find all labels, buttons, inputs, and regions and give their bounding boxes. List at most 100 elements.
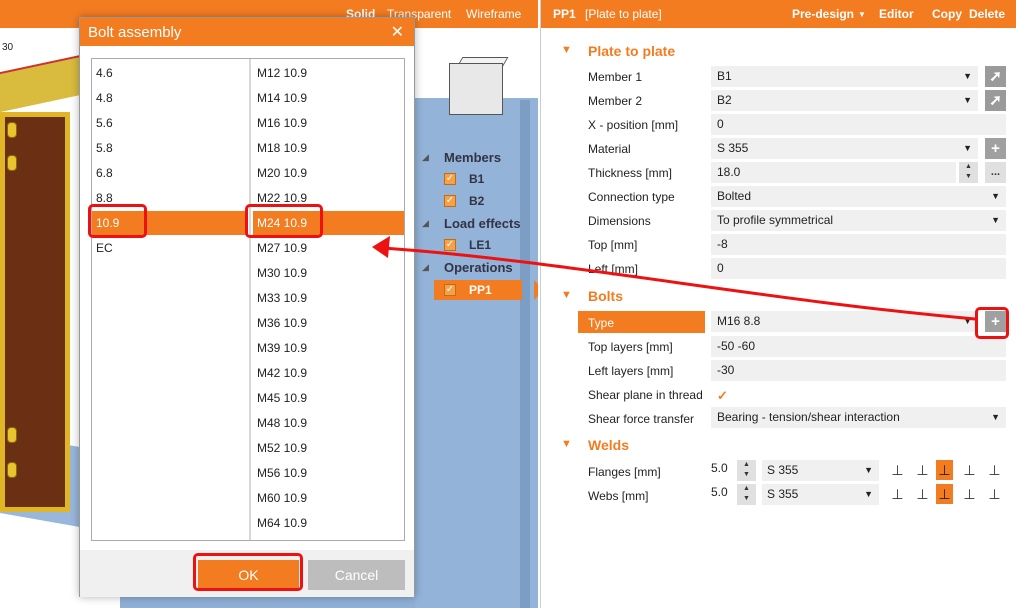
material-select[interactable]: S 355 ▼ (711, 138, 978, 159)
left-input[interactable]: 0 (711, 258, 1006, 279)
collapse-icon[interactable]: ◢ (422, 218, 429, 229)
size-item[interactable]: M48 10.9 (253, 411, 404, 435)
copy-button[interactable]: Copy (932, 7, 962, 21)
tree-item-b2[interactable]: ✓ B2 (444, 192, 484, 210)
tree-item-label: PP1 (469, 283, 492, 297)
spinner-icon[interactable]: ▲ ▼ (737, 460, 756, 481)
size-item[interactable]: M16 10.9 (253, 111, 404, 135)
collapse-icon[interactable]: ◢ (422, 262, 429, 273)
size-item[interactable]: M52 10.9 (253, 436, 404, 460)
selection-arrow-icon (534, 280, 538, 300)
spinner-icon[interactable]: ▲ ▼ (959, 162, 978, 183)
size-item[interactable]: M42 10.9 (253, 361, 404, 385)
weld-double-fillet-icon[interactable]: ⊥ (936, 460, 953, 480)
tree-item-label: LE1 (469, 238, 492, 252)
delete-button[interactable]: Delete (969, 7, 1005, 21)
flanges-material-select[interactable]: S 355 ▼ (762, 460, 879, 481)
chevron-down-icon: ▼ (991, 191, 1000, 201)
spinner-icon[interactable]: ▲ ▼ (737, 484, 756, 505)
checkbox-icon[interactable]: ✓ (444, 239, 456, 251)
navigation-cube-icon[interactable] (449, 63, 503, 115)
weld-fillet-left-icon[interactable]: ⊥ (889, 484, 906, 504)
size-item[interactable]: M27 10.9 (253, 236, 404, 260)
top-layers-input[interactable]: -50 -60 (711, 336, 1006, 357)
size-item[interactable]: M45 10.9 (253, 386, 404, 410)
editor-button[interactable]: Editor (879, 7, 914, 21)
tree-header-load-effects: Load effects (444, 216, 521, 231)
left-layers-input[interactable]: -30 (711, 360, 1006, 381)
dialog-titlebar[interactable]: Bolt assembly ✕ (80, 18, 414, 46)
cancel-button[interactable]: Cancel (308, 560, 405, 590)
predesign-button[interactable]: Pre-design (792, 7, 854, 21)
annotation-highlight-size (245, 204, 323, 238)
shear-force-select[interactable]: Bearing - tension/shear interaction ▼ (711, 407, 1006, 428)
tree-item-le1[interactable]: ✓ LE1 (444, 236, 491, 254)
collapse-icon[interactable]: ▼ (561, 289, 572, 301)
weld-none-icon[interactable]: ⊥ (986, 460, 1003, 480)
dropdown-caret-icon[interactable]: ▼ (858, 10, 866, 19)
grade-item[interactable]: 5.6 (92, 111, 247, 135)
chevron-down-icon: ▼ (864, 489, 873, 499)
weld-fillet-right-icon[interactable]: ⊥ (914, 460, 931, 480)
member1-select[interactable]: B1 ▼ (711, 66, 978, 87)
conn-type-select[interactable]: Bolted ▼ (711, 186, 1006, 207)
size-item[interactable]: M20 10.9 (253, 161, 404, 185)
bolt-list-frame: 4.6 4.8 5.6 5.8 6.8 8.8 10.9 EC M12 10.9 M14 10.… (91, 58, 405, 541)
collapse-icon[interactable]: ▼ (561, 438, 572, 450)
size-item[interactable]: M33 10.9 (253, 286, 404, 310)
checkmark-icon[interactable]: ✓ (717, 388, 728, 404)
size-item[interactable]: M12 10.9 (253, 61, 404, 85)
top-input[interactable]: -8 (711, 234, 1006, 255)
left-layers-label: Left layers [mm] (588, 364, 674, 378)
conn-type-label: Connection type (588, 190, 675, 204)
view-mode-wireframe[interactable]: Wireframe (466, 7, 521, 21)
weld-butt-icon[interactable]: ⊥ (961, 460, 978, 480)
select-value: S 355 (767, 487, 799, 501)
xpos-input[interactable]: 0 (711, 114, 1006, 135)
weld-butt-icon[interactable]: ⊥ (961, 484, 978, 504)
size-item[interactable]: M36 10.9 (253, 311, 404, 335)
size-item[interactable]: M60 10.9 (253, 486, 404, 510)
webs-size[interactable]: 5.0 (711, 485, 728, 499)
weld-none-icon[interactable]: ⊥ (986, 484, 1003, 504)
webs-material-select[interactable]: S 355 ▼ (762, 484, 879, 505)
weld-double-fillet-icon[interactable]: ⊥ (936, 484, 953, 504)
tree-header-operations: Operations (444, 260, 513, 275)
checkbox-icon[interactable]: ✓ (444, 195, 456, 207)
pick-cursor-icon[interactable]: ➚ (985, 90, 1006, 111)
weld-fillet-right-icon[interactable]: ⊥ (914, 484, 931, 504)
size-item[interactable]: M64 10.9 (253, 511, 404, 535)
grade-item[interactable]: 4.8 (92, 86, 247, 110)
size-item[interactable]: M18 10.9 (253, 136, 404, 160)
pick-cursor-icon[interactable]: ➚ (985, 66, 1006, 87)
grade-item[interactable]: 4.6 (92, 61, 247, 85)
checkbox-icon[interactable]: ✓ (444, 284, 456, 296)
add-icon[interactable]: + (985, 138, 1006, 159)
size-item[interactable]: M39 10.9 (253, 336, 404, 360)
grade-item[interactable]: 6.8 (92, 161, 247, 185)
weld-fillet-left-icon[interactable]: ⊥ (889, 460, 906, 480)
column-web-shape (520, 100, 530, 608)
bolt-type-select[interactable]: M16 8.8 ▼ (711, 311, 978, 332)
tree-item-label: B2 (469, 194, 485, 208)
collapse-icon[interactable]: ▼ (561, 44, 572, 56)
flanges-size[interactable]: 5.0 (711, 461, 728, 475)
checkbox-icon[interactable]: ✓ (444, 173, 456, 185)
webs-label: Webs [mm] (588, 489, 649, 503)
size-item[interactable]: M14 10.9 (253, 86, 404, 110)
select-value: To profile symmetrical (717, 213, 834, 227)
grade-item[interactable]: 5.8 (92, 136, 247, 160)
flanges-label: Flanges [mm] (588, 465, 661, 479)
close-icon[interactable]: ✕ (391, 22, 404, 42)
collapse-icon[interactable]: ◢ (422, 152, 429, 163)
size-item[interactable]: M30 10.9 (253, 261, 404, 285)
tree-item-pp1[interactable]: ✓ PP1 (434, 280, 538, 300)
more-icon[interactable]: ... (985, 162, 1006, 183)
dimensions-select[interactable]: To profile symmetrical ▼ (711, 210, 1006, 231)
tree-item-b1[interactable]: ✓ B1 (444, 170, 484, 188)
grade-item[interactable]: EC (92, 236, 247, 260)
size-item[interactable]: M56 10.9 (253, 461, 404, 485)
member2-select[interactable]: B2 ▼ (711, 90, 978, 111)
thickness-input[interactable]: 18.0 (711, 162, 956, 183)
member2-label: Member 2 (588, 94, 643, 108)
